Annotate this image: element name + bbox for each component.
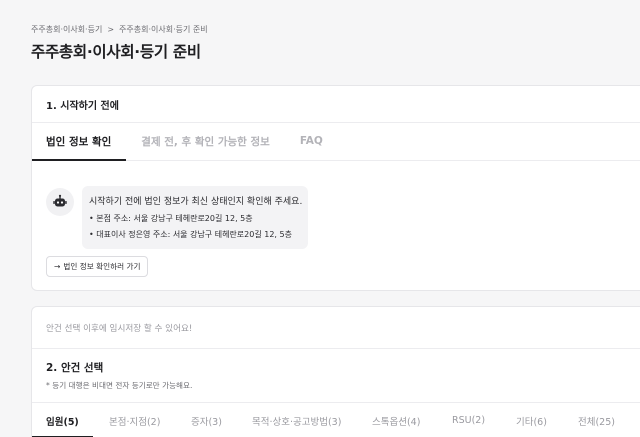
page-title: 주주총회·이사회·등기 준비 xyxy=(31,43,201,61)
section-agenda-select: 안건 선택 이후에 임시저장 할 수 있어요! 2. 안건 선택 * 등기 대행… xyxy=(31,306,640,437)
section-title: 1. 시작하기 전에 xyxy=(32,86,640,123)
tab-rsu[interactable]: RSU(2) xyxy=(452,403,485,437)
corporate-info-notice: 시작하기 전에 법인 정보가 최신 상태인지 확인해 주세요. • 본점 주소:… xyxy=(46,186,309,249)
info-tabs: 법인 정보 확인 결제 전, 후 확인 가능한 정보 FAQ xyxy=(32,123,640,161)
tab-head-office-branch[interactable]: 본점·지점(2) xyxy=(109,403,160,437)
agenda-section-subtitle: * 등기 대행은 비대면 전자 등기로만 가능해요. xyxy=(46,381,193,390)
tab-corporate-info[interactable]: 법인 정보 확인 xyxy=(32,122,127,161)
go-to-corporate-info-button[interactable]: → 법인 정보 확인하러 가기 xyxy=(46,256,149,277)
tab-others[interactable]: 기타(6) xyxy=(516,403,547,437)
tab-purpose-name-notice[interactable]: 목적·상호·공고방법(3) xyxy=(252,403,341,437)
tab-officers[interactable]: 임원(5) xyxy=(32,403,93,437)
breadcrumb: 주주총회·이사회·등기 > 주주총회·이사회·등기 준비 xyxy=(31,24,208,35)
tab-all[interactable]: 전체(25) xyxy=(578,403,615,437)
tab-capital-increase[interactable]: 증자(3) xyxy=(191,403,222,437)
agenda-section-title: 2. 안건 선택 xyxy=(46,362,104,374)
breadcrumb-separator: > xyxy=(107,25,115,34)
arrow-right-icon: → xyxy=(54,262,61,271)
robot-icon xyxy=(46,188,74,216)
breadcrumb-item-meeting[interactable]: 주주총회·이사회·등기 xyxy=(31,24,102,35)
notice-item-head-office: • 본점 주소: 서울 강남구 테헤란로20길 12, 5층 xyxy=(89,214,253,223)
section-before-start: 1. 시작하기 전에 법인 정보 확인 결제 전, 후 확인 가능한 정보 FA… xyxy=(31,85,640,291)
notice-item-ceo-address: • 대표이사 정은영 주소: 서울 강남구 테헤란로20길 12, 5층 xyxy=(89,230,292,239)
temp-save-note: 안건 선택 이후에 임시저장 할 수 있어요! xyxy=(32,307,640,349)
notice-bubble: 시작하기 전에 법인 정보가 최신 상태인지 확인해 주세요. • 본점 주소:… xyxy=(82,186,309,249)
go-button-label: 법인 정보 확인하러 가기 xyxy=(63,262,141,271)
tab-payment-info[interactable]: 결제 전, 후 확인 가능한 정보 xyxy=(141,122,270,160)
tab-faq[interactable]: FAQ xyxy=(300,122,323,160)
breadcrumb-item-prepare[interactable]: 주주총회·이사회·등기 준비 xyxy=(119,24,208,35)
notice-message: 시작하기 전에 법인 정보가 최신 상태인지 확인해 주세요. xyxy=(89,197,303,207)
tab-stock-options[interactable]: 스톡옵션(4) xyxy=(372,403,420,437)
agenda-tabs: 임원(5) 본점·지점(2) 증자(3) 목적·상호·공고방법(3) 스톡옵션(… xyxy=(32,402,640,437)
